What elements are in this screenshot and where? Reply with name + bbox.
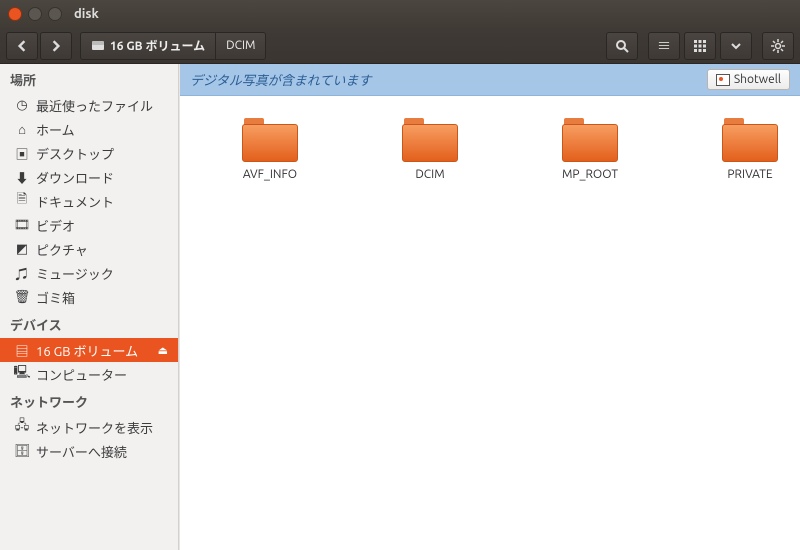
pictures-icon: ◩ <box>14 242 30 257</box>
sidebar-item-label: サーバーへ接続 <box>36 442 127 461</box>
sidebar-item-label: ミュージック <box>36 264 114 283</box>
download-icon: ⬇ <box>14 168 30 187</box>
sidebar-item-recent[interactable]: ◷ 最近使ったファイル <box>0 93 178 117</box>
folder-item[interactable]: DCIM <box>390 116 470 181</box>
sidebar-item-label: ビデオ <box>36 216 75 235</box>
infobar-message: デジタル写真が含まれています <box>190 70 371 89</box>
sidebar-item-home[interactable]: ⌂ ホーム <box>0 117 178 141</box>
window-maximize-button[interactable] <box>48 7 62 21</box>
folder-label: AVF_INFO <box>243 168 297 181</box>
infobar: デジタル写真が含まれています Shotwell <box>180 64 800 96</box>
folder-item[interactable]: PRIVATE <box>710 116 790 181</box>
folder-label: DCIM <box>415 168 444 181</box>
sidebar-item-desktop[interactable]: ▣ デスクトップ <box>0 141 178 165</box>
sidebar-item-label: 最近使ったファイル <box>36 96 153 115</box>
titlebar: disk <box>0 0 800 28</box>
app-button-label: Shotwell <box>734 73 781 86</box>
pathbar: 16 GB ボリューム DCIM <box>80 32 602 60</box>
desktop-icon: ▣ <box>14 144 30 163</box>
folder-icon <box>402 116 458 162</box>
path-segment-dcim[interactable]: DCIM <box>216 32 266 60</box>
path-segment-label: 16 GB ボリューム <box>110 37 205 54</box>
drive-icon: ▤ <box>14 341 30 360</box>
grid-icon <box>694 40 706 52</box>
back-button[interactable] <box>6 32 38 60</box>
recent-icon: ◷ <box>14 98 30 113</box>
forward-button[interactable] <box>40 32 72 60</box>
window-title: disk <box>74 7 99 21</box>
sidebar-item-label: ピクチャ <box>36 240 88 259</box>
folder-icon <box>242 116 298 162</box>
path-segment-label: DCIM <box>226 39 255 52</box>
sidebar-item-label: ネットワークを表示 <box>36 418 153 437</box>
drive-icon <box>91 40 105 52</box>
content-pane: デジタル写真が含まれています Shotwell AVF_INFO DCIM MP_R… <box>179 64 800 550</box>
sidebar-item-label: デスクトップ <box>36 144 114 163</box>
sidebar-section-header: 場所 <box>0 64 178 93</box>
sidebar-item-label: コンピューター <box>36 365 127 384</box>
sidebar-section-header: デバイス <box>0 309 178 338</box>
folder-item[interactable]: MP_ROOT <box>550 116 630 181</box>
videos-icon: 🎞 <box>14 218 30 233</box>
sidebar-item-documents[interactable]: 🗎 ドキュメント <box>0 189 178 213</box>
sidebar-item-label: ドキュメント <box>36 192 114 211</box>
search-icon <box>615 39 629 53</box>
toolbar: 16 GB ボリューム DCIM ≡ <box>0 28 800 64</box>
sidebar-item-label: ホーム <box>36 120 75 139</box>
sidebar-item-connect[interactable]: 🗄 サーバーへ接続 <box>0 439 178 463</box>
documents-icon: 🗎 <box>14 190 30 212</box>
network-icon: 🖧 <box>14 416 30 438</box>
folder-icon <box>562 116 618 162</box>
gear-icon <box>771 39 785 53</box>
sidebar-item-computer[interactable]: 🖳 コンピューター <box>0 362 178 386</box>
folder-label: MP_ROOT <box>562 168 618 181</box>
folder-icon <box>722 116 778 162</box>
view-list-button[interactable]: ≡ <box>648 32 680 60</box>
folder-item[interactable]: AVF_INFO <box>230 116 310 181</box>
sidebar-item-videos[interactable]: 🎞 ビデオ <box>0 213 178 237</box>
connect-icon: 🗄 <box>14 444 30 459</box>
sidebar-item-label: ダウンロード <box>36 168 114 187</box>
path-segment-volume[interactable]: 16 GB ボリューム <box>80 32 216 60</box>
window-close-button[interactable] <box>8 7 22 21</box>
sidebar-item-label: 16 GB ボリューム <box>36 341 138 360</box>
sidebar: 場所 ◷ 最近使ったファイル ⌂ ホーム ▣ デスクトップ ⬇ ダウンロード 🗎 ドキュメント 🎞 ビデ… <box>0 64 179 550</box>
shotwell-icon <box>716 74 730 86</box>
sidebar-item-music[interactable]: ♫ ミュージック <box>0 261 178 285</box>
sidebar-item-download[interactable]: ⬇ ダウンロード <box>0 165 178 189</box>
view-options-button[interactable] <box>720 32 752 60</box>
window-minimize-button[interactable] <box>28 7 42 21</box>
view-grid-button[interactable] <box>684 32 716 60</box>
sidebar-item-network[interactable]: 🖧 ネットワークを表示 <box>0 415 178 439</box>
sidebar-item-drive[interactable]: ▤ 16 GB ボリューム ⏏ <box>0 338 178 362</box>
search-button[interactable] <box>606 32 638 60</box>
sidebar-item-label: ゴミ箱 <box>36 288 75 307</box>
computer-icon: 🖳 <box>14 363 30 385</box>
open-shotwell-button[interactable]: Shotwell <box>707 69 790 90</box>
settings-button[interactable] <box>762 32 794 60</box>
folder-label: PRIVATE <box>727 168 772 181</box>
sidebar-item-trash[interactable]: 🗑 ゴミ箱 <box>0 285 178 309</box>
sidebar-section-header: ネットワーク <box>0 386 178 415</box>
eject-icon[interactable]: ⏏ <box>158 344 168 357</box>
sidebar-item-pictures[interactable]: ◩ ピクチャ <box>0 237 178 261</box>
music-icon: ♫ <box>14 264 30 283</box>
icon-grid: AVF_INFO DCIM MP_ROOT PRIVATE <box>180 96 800 550</box>
trash-icon: 🗑 <box>14 290 30 305</box>
chevron-down-icon <box>731 41 741 51</box>
home-icon: ⌂ <box>14 122 30 137</box>
list-icon: ≡ <box>657 36 671 56</box>
